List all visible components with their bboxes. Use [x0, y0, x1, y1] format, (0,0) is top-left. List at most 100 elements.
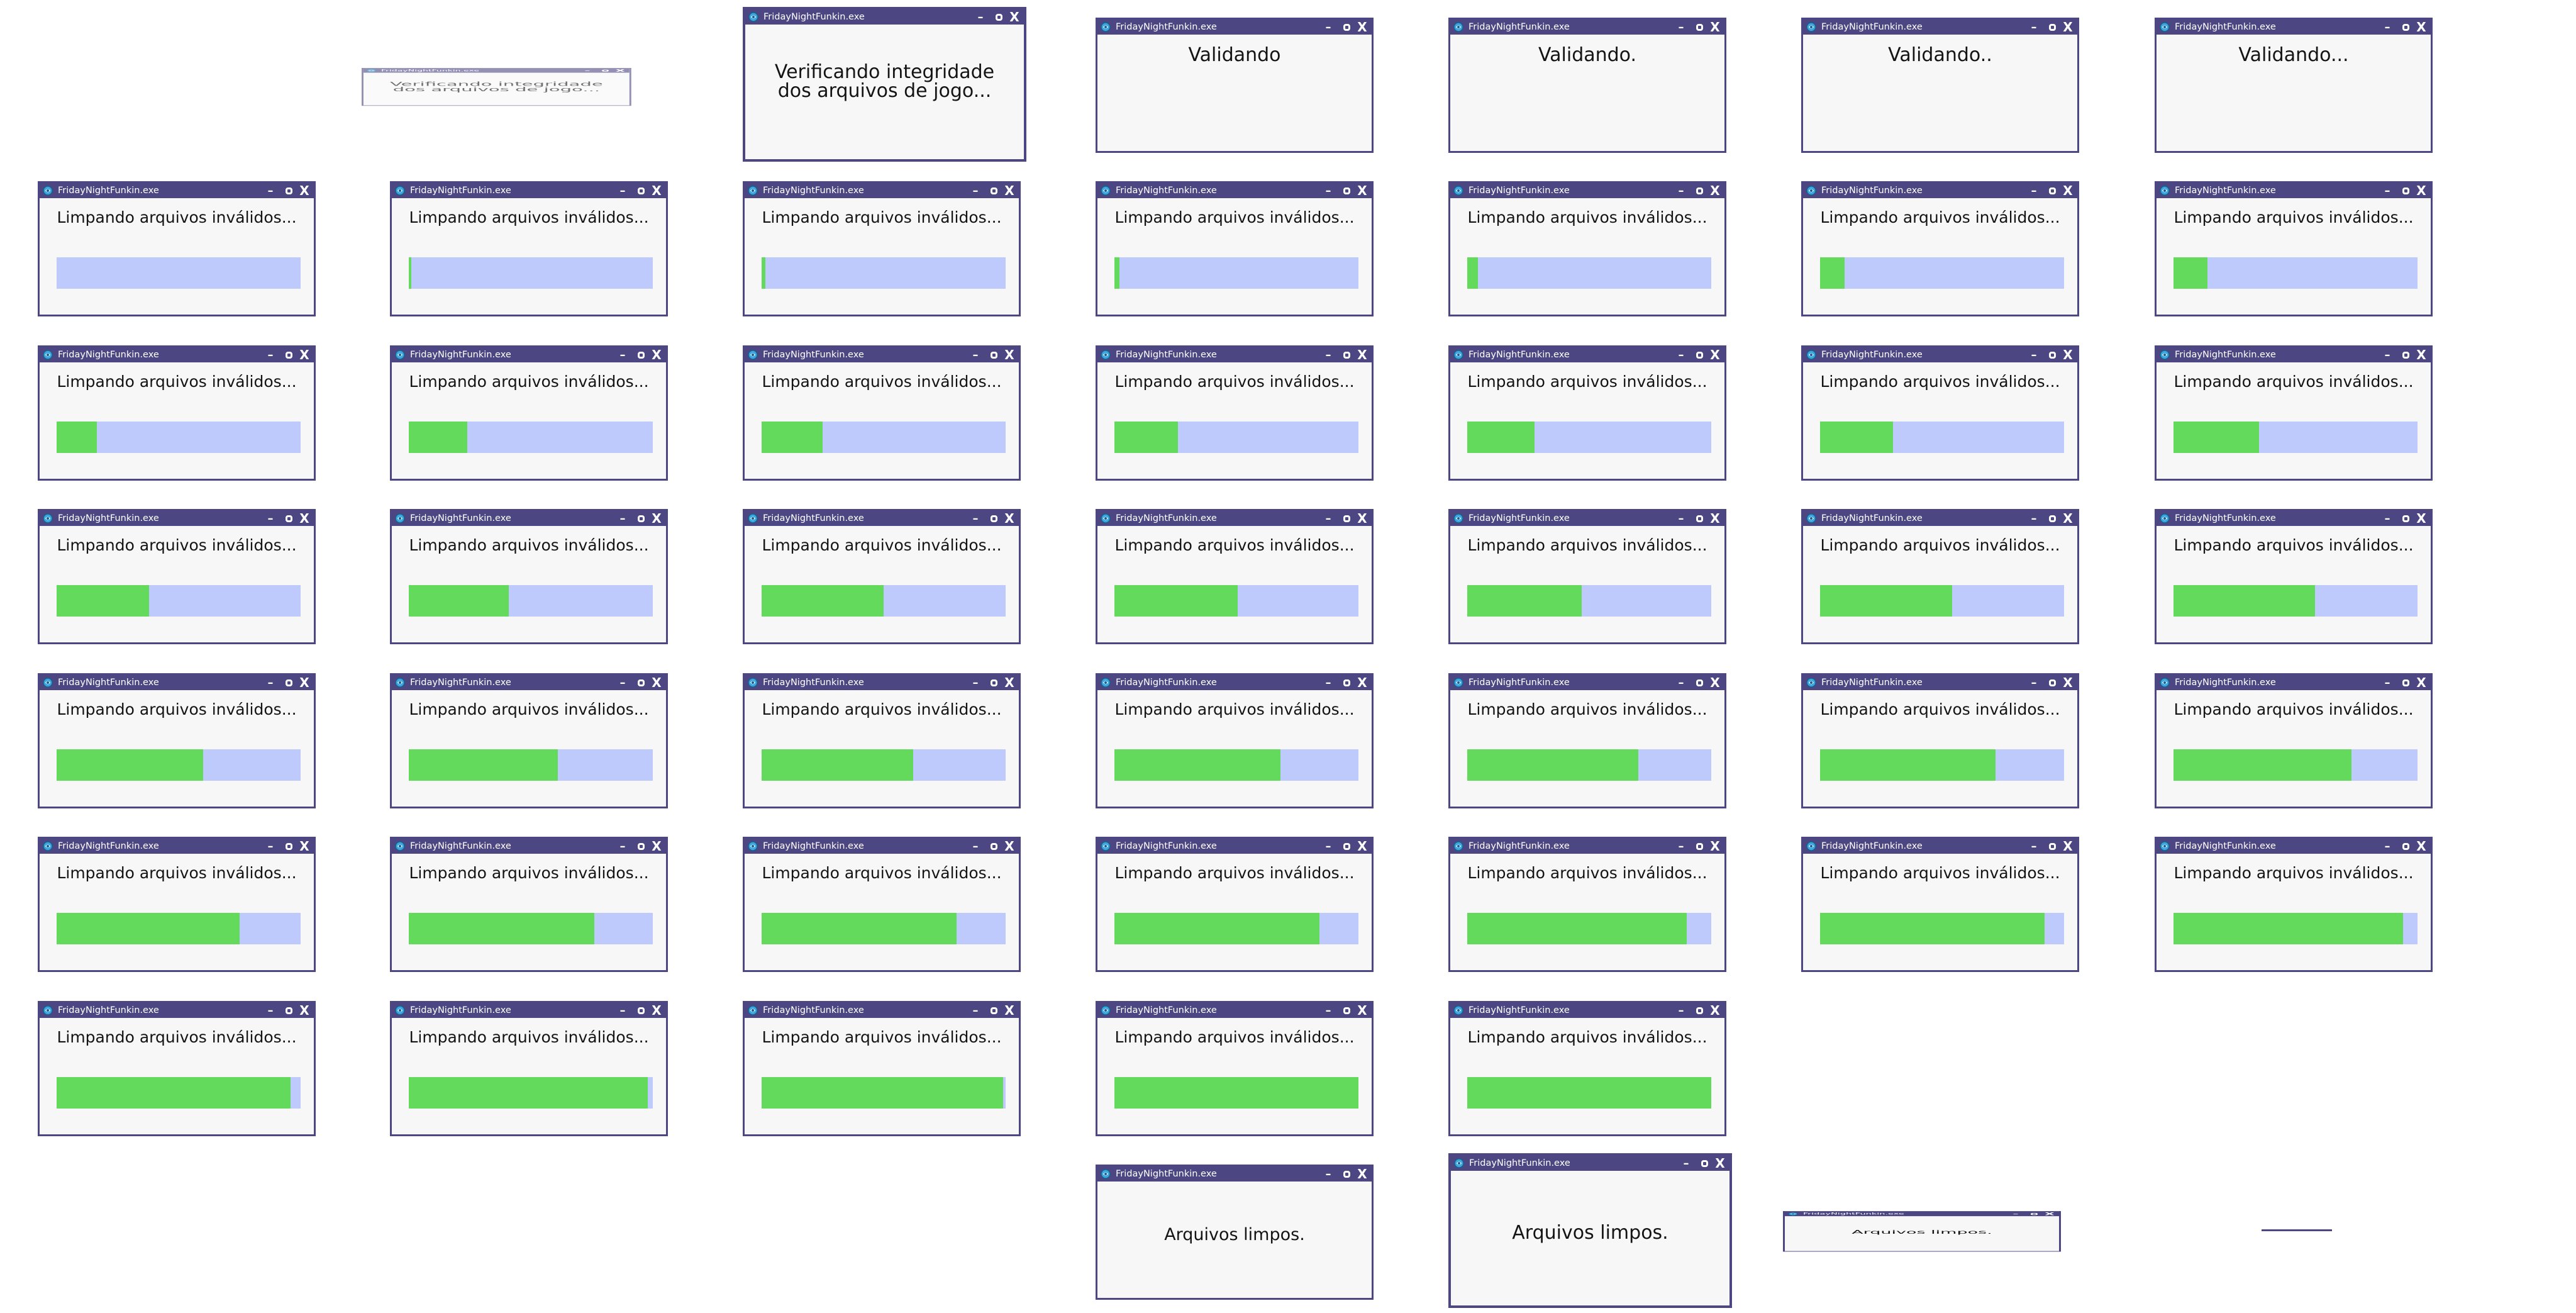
close-icon[interactable]: X — [650, 839, 663, 854]
minimize-icon[interactable]: – — [1321, 511, 1335, 526]
window-titlebar[interactable]: FridayNightFunkin.exe – X — [40, 1003, 314, 1018]
minimize-icon[interactable]: – — [969, 511, 982, 526]
minimize-icon[interactable]: – — [616, 675, 630, 690]
window-titlebar[interactable]: FridayNightFunkin.exe – X — [40, 347, 314, 362]
maximize-icon[interactable] — [2045, 839, 2059, 854]
minimize-icon[interactable]: – — [969, 1003, 982, 1018]
maximize-icon[interactable] — [1340, 675, 1353, 690]
minimize-icon[interactable]: – — [1321, 1003, 1335, 1018]
window-titlebar[interactable]: FridayNightFunkin.exe – X — [1097, 347, 1372, 362]
maximize-icon[interactable] — [2045, 183, 2059, 198]
window-titlebar[interactable]: FridayNightFunkin.exe – X — [40, 183, 314, 198]
window-titlebar[interactable]: FridayNightFunkin.exe – X — [1785, 1211, 2059, 1217]
close-icon[interactable]: X — [1708, 1003, 1722, 1018]
window-titlebar[interactable]: FridayNightFunkin.exe – X — [1451, 1156, 1729, 1171]
minimize-icon[interactable]: – — [2027, 839, 2041, 854]
close-icon[interactable]: X — [1708, 20, 1722, 35]
close-icon[interactable]: X — [2414, 20, 2428, 35]
close-icon[interactable]: X — [1355, 1166, 1369, 1182]
minimize-icon[interactable]: – — [264, 1003, 277, 1018]
window-titlebar[interactable]: FridayNightFunkin.exe – X — [1803, 347, 2077, 362]
window-titlebar[interactable]: FridayNightFunkin.exe – X — [1803, 20, 2077, 35]
maximize-icon[interactable] — [1340, 1003, 1353, 1018]
minimize-icon[interactable]: – — [2027, 511, 2041, 526]
minimize-icon[interactable]: – — [1674, 183, 1688, 198]
maximize-icon[interactable] — [1340, 20, 1353, 35]
close-icon[interactable]: X — [1355, 675, 1369, 690]
window-titlebar[interactable]: FridayNightFunkin.exe – X — [363, 68, 630, 73]
window-titlebar[interactable]: FridayNightFunkin.exe – X — [745, 675, 1019, 690]
close-icon[interactable]: X — [650, 347, 663, 362]
close-icon[interactable]: X — [2061, 675, 2075, 690]
close-icon[interactable]: X — [2061, 20, 2075, 35]
window-titlebar[interactable]: FridayNightFunkin.exe – X — [745, 839, 1019, 854]
close-icon[interactable]: X — [297, 347, 311, 362]
maximize-icon[interactable] — [282, 347, 296, 362]
maximize-icon[interactable] — [1692, 839, 1706, 854]
window-titlebar[interactable]: FridayNightFunkin.exe – X — [1450, 1003, 1724, 1018]
minimize-icon[interactable]: – — [2380, 675, 2394, 690]
minimize-icon[interactable]: – — [1321, 347, 1335, 362]
minimize-icon[interactable]: – — [1674, 839, 1688, 854]
minimize-icon[interactable]: – — [969, 675, 982, 690]
close-icon[interactable]: X — [1713, 1156, 1727, 1171]
maximize-icon[interactable] — [2399, 511, 2412, 526]
window-titlebar[interactable]: FridayNightFunkin.exe – X — [1097, 183, 1372, 198]
minimize-icon[interactable]: – — [616, 347, 630, 362]
window-titlebar[interactable]: FridayNightFunkin.exe – X — [392, 839, 666, 854]
window-titlebar[interactable]: FridayNightFunkin.exe – X — [1097, 1166, 1372, 1182]
minimize-icon[interactable]: – — [969, 183, 982, 198]
maximize-icon[interactable] — [1692, 347, 1706, 362]
close-icon[interactable]: X — [2061, 511, 2075, 526]
maximize-icon[interactable] — [634, 675, 648, 690]
maximize-icon[interactable] — [282, 511, 296, 526]
minimize-icon[interactable]: – — [2380, 511, 2394, 526]
window-titlebar[interactable]: FridayNightFunkin.exe – X — [1450, 183, 1724, 198]
close-icon[interactable]: X — [2414, 675, 2428, 690]
maximize-icon[interactable] — [2399, 675, 2412, 690]
window-titlebar[interactable]: FridayNightFunkin.exe – X — [392, 675, 666, 690]
window-titlebar[interactable]: FridayNightFunkin.exe – X — [392, 1003, 666, 1018]
maximize-icon[interactable] — [1692, 675, 1706, 690]
minimize-icon[interactable]: – — [580, 69, 594, 73]
window-titlebar[interactable]: FridayNightFunkin.exe – X — [745, 9, 1024, 25]
close-icon[interactable]: X — [1708, 675, 1722, 690]
minimize-icon[interactable]: – — [264, 347, 277, 362]
close-icon[interactable]: X — [1355, 1003, 1369, 1018]
window-titlebar[interactable]: FridayNightFunkin.exe – X — [2157, 675, 2431, 690]
minimize-icon[interactable]: – — [264, 675, 277, 690]
close-icon[interactable]: X — [1708, 839, 1722, 854]
window-titlebar[interactable]: FridayNightFunkin.exe – X — [745, 347, 1019, 362]
minimize-icon[interactable]: – — [1321, 20, 1335, 35]
close-icon[interactable]: X — [1002, 183, 1016, 198]
maximize-icon[interactable] — [1340, 1166, 1353, 1182]
close-icon[interactable]: X — [1002, 1003, 1016, 1018]
maximize-icon[interactable] — [1692, 183, 1706, 198]
minimize-icon[interactable]: – — [616, 1003, 630, 1018]
maximize-icon[interactable] — [987, 1003, 1001, 1018]
close-icon[interactable]: X — [2043, 1212, 2057, 1216]
minimize-icon[interactable]: – — [969, 839, 982, 854]
maximize-icon[interactable] — [987, 675, 1001, 690]
close-icon[interactable]: X — [650, 183, 663, 198]
maximize-icon[interactable] — [2399, 347, 2412, 362]
close-icon[interactable]: X — [1355, 20, 1369, 35]
close-icon[interactable]: X — [1355, 839, 1369, 854]
window-titlebar[interactable]: FridayNightFunkin.exe – X — [1803, 183, 2077, 198]
close-icon[interactable]: X — [614, 69, 627, 73]
minimize-icon[interactable]: – — [2009, 1212, 2023, 1216]
close-icon[interactable]: X — [297, 183, 311, 198]
close-icon[interactable]: X — [2061, 183, 2075, 198]
minimize-icon[interactable]: – — [1321, 183, 1335, 198]
maximize-icon[interactable] — [2045, 511, 2059, 526]
maximize-icon[interactable] — [634, 839, 648, 854]
maximize-icon[interactable] — [282, 675, 296, 690]
close-icon[interactable]: X — [1708, 347, 1722, 362]
maximize-icon[interactable] — [987, 839, 1001, 854]
maximize-icon[interactable] — [2045, 20, 2059, 35]
maximize-icon[interactable] — [598, 69, 611, 73]
maximize-icon[interactable] — [634, 1003, 648, 1018]
window-titlebar[interactable]: FridayNightFunkin.exe – X — [1097, 511, 1372, 526]
close-icon[interactable]: X — [1708, 183, 1722, 198]
minimize-icon[interactable]: – — [969, 347, 982, 362]
